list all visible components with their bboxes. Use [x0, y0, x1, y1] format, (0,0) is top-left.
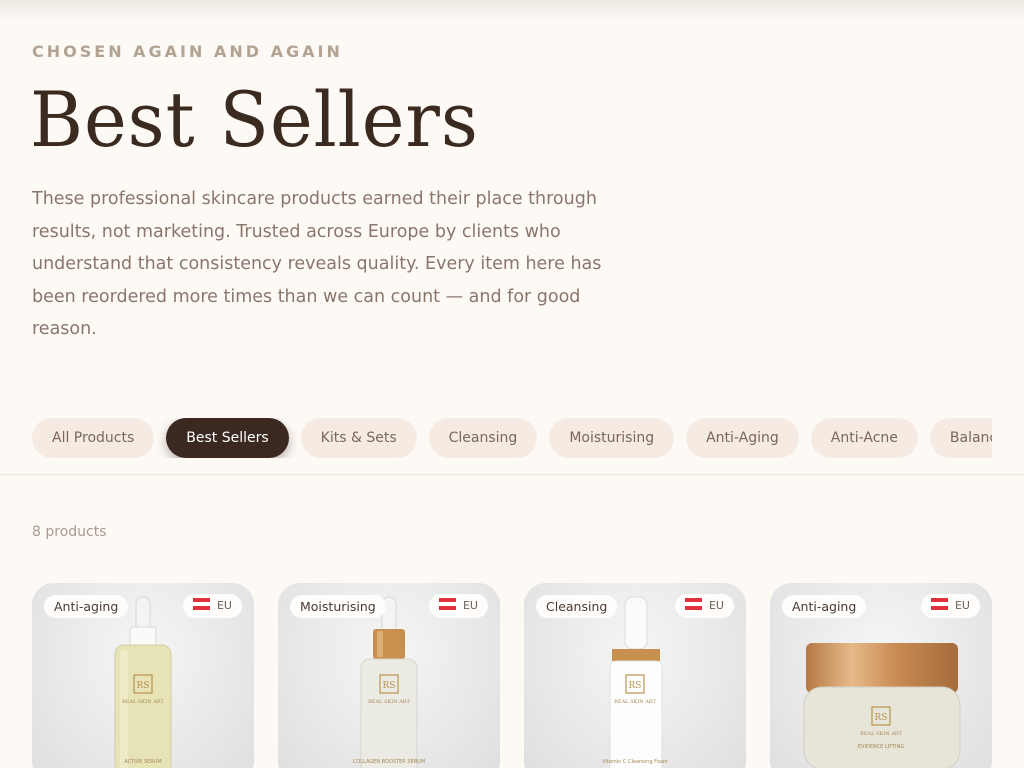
austria-flag-icon — [438, 598, 456, 610]
product-card[interactable]: RS REAL SKIN ART COLLAGEN BOOSTER SERUM … — [278, 583, 500, 768]
region-label: EU — [954, 599, 970, 612]
product-label: ACTIVE SERUM — [124, 759, 161, 765]
brand-label: REAL SKIN ART — [860, 731, 902, 737]
page-title: Best Sellers — [30, 75, 479, 164]
header-shadow — [0, 0, 1024, 22]
svg-text:RS: RS — [137, 681, 150, 691]
svg-text:RS: RS — [383, 681, 396, 691]
product-label: EVIDENCE LIFTING — [858, 744, 904, 750]
filter-chip-all-products[interactable]: All Products — [32, 418, 155, 458]
svg-text:RS: RS — [875, 713, 888, 723]
filter-chip-cleansing[interactable]: Cleansing — [428, 418, 538, 458]
product-label: Vitamin C Cleansing Foam — [602, 759, 668, 765]
category-badge: Cleansing — [536, 595, 618, 618]
product-card[interactable]: RS REAL SKIN ART ACTIVE SERUM Anti-aging… — [32, 583, 254, 768]
austria-flag-icon — [684, 598, 702, 610]
section-divider — [0, 474, 1024, 475]
product-count: 8 products — [32, 524, 107, 540]
brand-label: REAL SKIN ART — [614, 699, 656, 705]
filter-chip-anti-aging[interactable]: Anti-Aging — [686, 418, 799, 458]
category-filter-bar: All Products Best Sellers Kits & Sets Clean… — [32, 418, 992, 458]
austria-flag-icon — [192, 598, 210, 610]
category-badge: Anti-aging — [44, 595, 129, 618]
region-label: EU — [708, 599, 724, 612]
region-badge: EU — [920, 594, 980, 618]
product-card[interactable]: RS REAL SKIN ART EVIDENCE LIFTING Anti-a… — [770, 583, 992, 768]
filter-chip-kits-sets[interactable]: Kits & Sets — [300, 418, 417, 458]
region-badge: EU — [428, 594, 488, 618]
brand-label: REAL SKIN ART — [368, 699, 410, 705]
filter-chip-best-sellers[interactable]: Best Sellers — [166, 418, 289, 458]
intro-text: These professional skincare products ear… — [32, 189, 602, 339]
svg-text:RS: RS — [629, 681, 642, 691]
filter-chip-moisturising[interactable]: Moisturising — [549, 418, 675, 458]
region-label: EU — [216, 599, 232, 612]
product-card[interactable]: RS REAL SKIN ART Vitamin C Cleansing Foa… — [524, 583, 746, 768]
austria-flag-icon — [930, 598, 948, 610]
region-badge: EU — [182, 594, 242, 618]
filter-chip-anti-acne[interactable]: Anti-Acne — [810, 418, 918, 458]
category-badge: Moisturising — [290, 595, 386, 618]
region-label: EU — [462, 599, 478, 612]
filter-chip-balancing[interactable]: Balancing — [929, 418, 992, 458]
region-badge: EU — [674, 594, 734, 618]
brand-label: REAL SKIN ART — [122, 699, 164, 705]
product-label: COLLAGEN BOOSTER SERUM — [353, 759, 425, 765]
section-eyebrow: CHOSEN AGAIN AND AGAIN — [32, 42, 343, 61]
category-badge: Anti-aging — [782, 595, 867, 618]
